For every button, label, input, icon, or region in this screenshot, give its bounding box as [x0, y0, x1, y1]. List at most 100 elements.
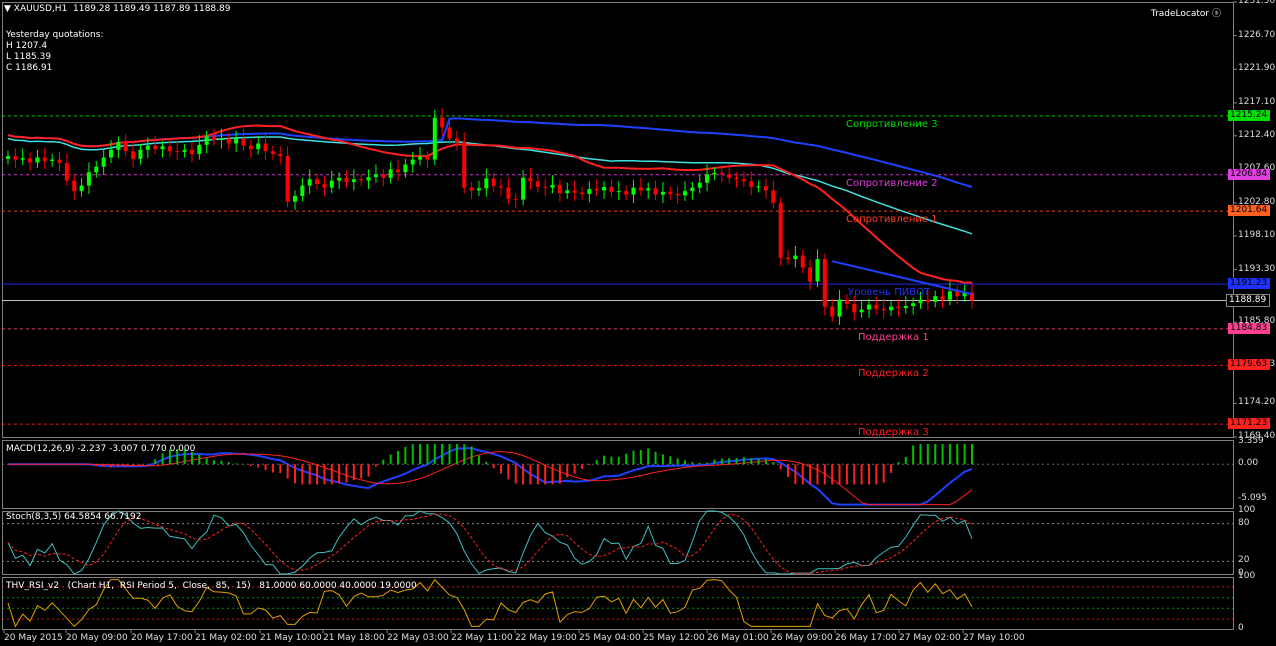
level-label: Поддержка 2: [858, 368, 929, 380]
level-tag: 1184.83: [1228, 322, 1270, 334]
candle-body: [315, 179, 320, 185]
candle-body: [741, 179, 746, 182]
candle-body: [28, 158, 33, 163]
candle-body: [712, 172, 717, 175]
level-label: Сопротивление 3: [846, 118, 938, 130]
candle-body: [403, 164, 408, 173]
candle-body: [79, 185, 84, 192]
price-tick: 1174.20: [1238, 397, 1276, 408]
candle-body: [918, 299, 923, 304]
stoch-label: Stoch(8,3,5) 64.5854 66.7192: [6, 512, 142, 522]
candle-body: [116, 142, 121, 150]
candle-body: [322, 184, 327, 188]
level-label: Поддержка 1: [858, 331, 929, 343]
trade-locator[interactable]: TradeLocator ⓢ: [1151, 6, 1221, 19]
level-label: Уровень ПИВОТ: [848, 287, 931, 299]
candle-body: [123, 142, 128, 152]
candle-body: [734, 177, 739, 180]
time-tick: 27 May 10:00: [963, 633, 1025, 643]
level-label: Сопротивление 2: [846, 177, 938, 189]
macd-signal-line: [8, 451, 973, 506]
aqua-ma-line: [7, 136, 973, 235]
candle-body: [182, 149, 187, 152]
candle-body: [859, 309, 864, 313]
candle-body: [94, 166, 99, 173]
candle-body: [307, 179, 312, 186]
candle-body: [484, 178, 489, 189]
candle-body: [808, 267, 813, 282]
candle-body: [373, 174, 378, 178]
candle-body: [947, 291, 952, 300]
time-tick: 21 May 10:00: [260, 633, 322, 643]
time-tick: 21 May 18:00: [323, 633, 385, 643]
price-tick: 1198.10: [1238, 229, 1276, 240]
candle-body: [388, 169, 393, 178]
level-tag: 1179.63: [1228, 359, 1270, 371]
candle-body: [800, 255, 805, 268]
macd-tick: 3.359: [1238, 435, 1264, 446]
candle-body: [683, 191, 688, 196]
candle-body: [815, 259, 820, 282]
candle-body: [138, 149, 143, 159]
candle-body: [719, 172, 724, 175]
candle-body: [896, 306, 901, 309]
time-tick: 21 May 02:00: [195, 633, 257, 643]
candle-body: [587, 189, 592, 194]
time-tick: 20 May 17:00: [131, 633, 193, 643]
candle-body: [234, 138, 239, 144]
candle-body: [653, 188, 658, 195]
candle-body: [42, 157, 47, 162]
candle-body: [778, 203, 783, 258]
candle-body: [903, 306, 908, 309]
candle-body: [675, 193, 680, 196]
candle-body: [763, 186, 768, 191]
price-tick: 1226.70: [1238, 29, 1276, 40]
candle-body: [197, 144, 202, 155]
candle-body: [822, 259, 827, 307]
price-tick: 1221.90: [1238, 63, 1276, 74]
candle-body: [513, 198, 518, 200]
candle-body: [749, 181, 754, 187]
candle-body: [50, 159, 55, 162]
candle-body: [852, 303, 857, 313]
macd-label: MACD(12,26,9) -2.237 -3.007 0.770 0.000: [6, 444, 196, 454]
candle-body: [727, 174, 732, 178]
candle-body: [631, 187, 636, 195]
main-panel: [2, 2, 1234, 438]
yesterday-quotations: Yesterday quotations: H 1207.4 L 1185.39…: [6, 30, 103, 74]
candle-body: [660, 191, 665, 195]
candle-body: [668, 191, 673, 194]
yesterday-title: Yesterday quotations:: [6, 30, 104, 40]
candle-body: [396, 169, 401, 173]
time-tick: 20 May 09:00: [66, 633, 128, 643]
symbol-header: ▼ XAUUSD,H1 1189.28 1189.49 1187.89 1188…: [4, 4, 230, 15]
candle-body: [13, 156, 18, 160]
candle-body: [543, 186, 548, 188]
candle-body: [624, 191, 629, 195]
candle-body: [366, 177, 371, 181]
candle-body: [646, 188, 651, 191]
candle-body: [638, 187, 643, 191]
chart-canvas[interactable]: [0, 0, 1276, 646]
blue-ma-line: [7, 117, 973, 188]
candle-body: [153, 145, 158, 150]
candle-body: [830, 306, 835, 317]
candle-body: [72, 180, 77, 192]
candle-body: [771, 190, 776, 204]
time-tick: 20 May 2015: [4, 633, 63, 643]
candle-body: [889, 306, 894, 311]
candle-body: [351, 179, 356, 183]
candle-body: [418, 156, 423, 160]
time-tick: 26 May 09:00: [771, 633, 833, 643]
candle-body: [263, 143, 268, 152]
candle-body: [535, 181, 540, 187]
menu-arrow-icon[interactable]: ▼: [4, 4, 14, 14]
macd-tick: -5.095: [1238, 492, 1268, 503]
candle-body: [219, 138, 224, 140]
candle-body: [6, 156, 10, 159]
candle-body: [381, 174, 386, 178]
candle-body: [189, 149, 194, 155]
candle-body: [226, 138, 231, 144]
candle-body: [109, 149, 114, 158]
level-tag: 1191.23: [1228, 278, 1270, 290]
